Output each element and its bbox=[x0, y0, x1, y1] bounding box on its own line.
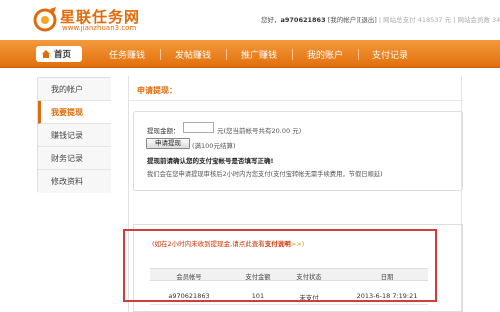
user-bar: 您好，a970621863 [我的帐户][退出] | 网站总支付 418537 … bbox=[261, 14, 500, 24]
sidebar-item-edit-profile[interactable]: 修改资料 bbox=[38, 170, 111, 193]
total-paid-text: | 网站总支付 418537 元 bbox=[378, 16, 452, 24]
page-title: 申请提现： bbox=[137, 86, 177, 95]
amount-label: 提现金额： bbox=[147, 127, 180, 135]
nav-divider bbox=[160, 49, 161, 60]
logout-link[interactable]: [退出] bbox=[359, 16, 377, 24]
row-divider bbox=[150, 304, 428, 305]
sidebar-item-finance[interactable]: 财务记录 bbox=[38, 147, 111, 170]
sidebar-item-my-account[interactable]: 我的帐户 bbox=[38, 78, 111, 101]
main-nav: 首页 任务赚钱 发帖赚钱 推广赚钱 我的账户 支付记录 bbox=[0, 40, 500, 68]
fee-note: (满100元结算) bbox=[192, 142, 236, 150]
withdraw-form: 提现金额： 元(您当前帐号共有20.00 元) 申请提现 (满100元结算) 提… bbox=[133, 111, 463, 191]
user-id: a970621863 bbox=[280, 16, 326, 24]
nav-item-task-earn[interactable]: 任务赚钱 bbox=[109, 48, 145, 61]
logo-mark-icon bbox=[33, 7, 57, 32]
amount-hint: 元(您当前帐号共有20.00 元) bbox=[217, 127, 302, 135]
sidebar-item-withdraw[interactable]: 我要提现 bbox=[38, 101, 111, 124]
annotation-highlight-box bbox=[123, 229, 437, 302]
confirm-warning: 提现前请确认您的支付宝帐号是否填写正确! bbox=[147, 157, 274, 165]
apply-withdraw-button[interactable]: 申请提现 bbox=[146, 138, 190, 149]
site-logo[interactable]: 星联任务网 www.jianzhuan3.com bbox=[32, 5, 152, 35]
greeting-text: 您好， bbox=[261, 16, 281, 24]
logo-url: www.jianzhuan3.com bbox=[62, 24, 137, 32]
process-note: 我们会在您申请提现审核后2小时内为您支付(支付宝转帐无需手续费用，节假日顺延) bbox=[147, 171, 383, 178]
nav-divider bbox=[358, 49, 359, 60]
title-divider bbox=[129, 100, 463, 101]
member-count-text: | 网站会员数 34 bbox=[453, 16, 500, 24]
site-header: 星联任务网 www.jianzhuan3.com 您好，a970621863 [… bbox=[0, 0, 500, 40]
nav-item-post-earn[interactable]: 发帖赚钱 bbox=[175, 48, 211, 61]
sidebar-item-earnings[interactable]: 赚钱记录 bbox=[38, 124, 111, 147]
nav-divider bbox=[226, 49, 227, 60]
home-icon bbox=[42, 50, 50, 58]
nav-item-payment-records[interactable]: 支付记录 bbox=[372, 48, 408, 61]
nav-divider bbox=[292, 49, 293, 60]
amount-input[interactable] bbox=[183, 122, 214, 133]
nav-home-label: 首页 bbox=[54, 50, 72, 60]
my-account-link[interactable]: [我的帐户] bbox=[328, 16, 359, 24]
nav-item-my-account[interactable]: 我的账户 bbox=[307, 48, 343, 61]
nav-item-promo-earn[interactable]: 推广赚钱 bbox=[241, 48, 277, 61]
account-sidebar: 我的帐户 我要提现 赚钱记录 财务记录 修改资料 bbox=[37, 77, 111, 193]
nav-home-button[interactable]: 首页 bbox=[36, 46, 82, 62]
